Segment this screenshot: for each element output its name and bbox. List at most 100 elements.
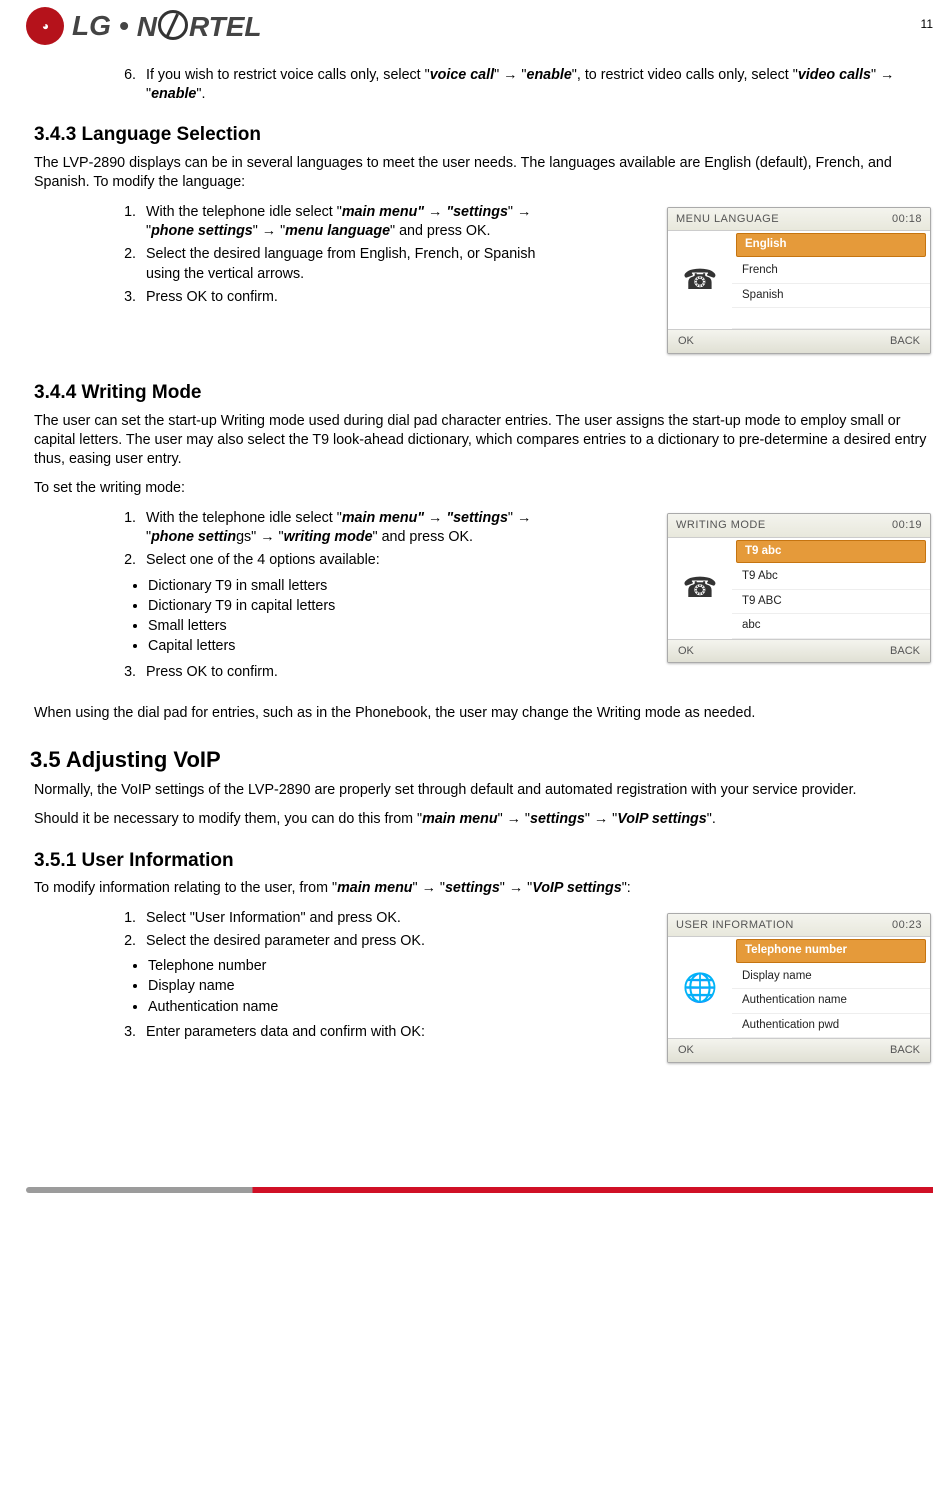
logo-dot: •: [119, 7, 129, 45]
list-item: Select the desired language from English…: [140, 245, 572, 284]
list-item: Telephone number: [148, 957, 572, 976]
steps-344b: Press OK to confirm.: [30, 663, 572, 682]
phone-icon: ☎: [668, 231, 732, 329]
softkey-back: BACK: [890, 1043, 920, 1058]
paragraph: The LVP-2890 displays can be in several …: [34, 154, 933, 193]
term: writing mode: [284, 529, 373, 545]
list-item: Select the desired parameter and press O…: [140, 932, 572, 951]
text: " → ": [494, 67, 526, 83]
term: settings: [445, 880, 500, 896]
text: ", to restrict video calls only, select …: [572, 67, 798, 83]
list-item: With the telephone idle select "main men…: [140, 203, 572, 242]
lg-logo-icon: ◕: [26, 7, 64, 45]
shot-option: French: [732, 259, 930, 284]
list-continued-step6: If you wish to restrict voice calls only…: [30, 66, 933, 105]
softkey-back: BACK: [890, 334, 920, 349]
term: main menu: [422, 811, 497, 827]
nortel-o-icon: [158, 10, 188, 40]
steps-344: With the telephone idle select "main men…: [30, 509, 572, 571]
steps-343: With the telephone idle select "main men…: [30, 203, 572, 307]
text: With the telephone idle select ": [146, 510, 342, 526]
term: main menu" → "settings: [342, 510, 508, 526]
paragraph: To set the writing mode:: [34, 479, 933, 498]
list-item: Dictionary T9 in capital letters: [148, 597, 572, 616]
shot-option: Spanish: [732, 284, 930, 309]
paragraph: When using the dial pad for entries, suc…: [34, 704, 933, 723]
paragraph: The user can set the start-up Writing mo…: [34, 412, 933, 470]
shot-title: USER INFORMATION: [676, 918, 794, 933]
shot-time: 00:19: [892, 518, 922, 533]
heading-344: 3.4.4 Writing Mode: [34, 380, 933, 406]
term: main menu" → "settings: [342, 204, 508, 220]
text: " and press OK.: [390, 223, 490, 239]
term: settings: [530, 811, 585, 827]
list-item: If you wish to restrict voice calls only…: [140, 66, 933, 105]
paragraph: Normally, the VoIP settings of the LVP-2…: [34, 781, 933, 800]
screenshot-writing-mode: WRITING MODE 00:19 ☎ T9 abc T9 Abc T9 AB…: [667, 513, 931, 664]
text: gs" → ": [236, 529, 284, 545]
steps-351: Select "User Information" and press OK. …: [30, 909, 572, 952]
text: ".: [196, 86, 205, 102]
nortel-post: RTEL: [189, 11, 262, 42]
page-header: ◕ LG • N RTEL 11: [26, 0, 933, 46]
term: voice call: [430, 67, 494, 83]
text: If you wish to restrict voice calls only…: [146, 67, 430, 83]
softkey-ok: OK: [678, 334, 694, 349]
shot-option-selected: T9 abc: [736, 540, 926, 564]
page-number: 11: [921, 16, 933, 32]
text: ".: [707, 811, 716, 827]
phone-icon: ☎: [668, 538, 732, 639]
softkey-ok: OK: [678, 1043, 694, 1058]
text: " → ": [498, 811, 530, 827]
brand-logo: ◕ LG • N RTEL: [26, 6, 262, 46]
nortel-pre: N: [137, 11, 157, 42]
list-item: Press OK to confirm.: [140, 663, 572, 682]
list-item: Display name: [148, 977, 572, 996]
list-item: Small letters: [148, 617, 572, 636]
text: " → ": [585, 811, 617, 827]
term: enable: [151, 86, 196, 102]
screenshot-user-information: USER INFORMATION 00:23 🌐 Telephone numbe…: [667, 913, 931, 1064]
bullets-351: Telephone number Display name Authentica…: [30, 957, 572, 1017]
text: With the telephone idle select ": [146, 204, 342, 220]
text: " → ": [500, 880, 532, 896]
list-item: Dictionary T9 in small letters: [148, 577, 572, 596]
text: To modify information relating to the us…: [34, 880, 337, 896]
list-item: Authentication name: [148, 998, 572, 1017]
term: phone settings: [151, 223, 253, 239]
paragraph: Should it be necessary to modify them, y…: [34, 810, 933, 829]
list-item: Select one of the 4 options available:: [140, 551, 572, 570]
paragraph: To modify information relating to the us…: [34, 879, 933, 898]
term: VoIP settings: [617, 811, 707, 827]
globe-icon: 🌐: [668, 937, 732, 1038]
shot-time: 00:23: [892, 918, 922, 933]
bullets-344: Dictionary T9 in small letters Dictionar…: [30, 577, 572, 657]
shot-option: Display name: [732, 965, 930, 990]
steps-351b: Enter parameters data and confirm with O…: [30, 1023, 572, 1042]
shot-option: Authentication name: [732, 989, 930, 1014]
shot-time: 00:18: [892, 212, 922, 227]
shot-option-selected: Telephone number: [736, 939, 926, 963]
lg-text: LG: [72, 7, 111, 45]
list-item: Capital letters: [148, 637, 572, 656]
term: phone settin: [151, 529, 236, 545]
term: VoIP settings: [532, 880, 622, 896]
nortel-text: N RTEL: [137, 6, 262, 46]
text: ":: [622, 880, 631, 896]
term: menu language: [285, 223, 390, 239]
list-item: Enter parameters data and confirm with O…: [140, 1023, 572, 1042]
screenshot-menu-language: MENU LANGUAGE 00:18 ☎ English French Spa…: [667, 207, 931, 354]
heading-343: 3.4.3 Language Selection: [34, 122, 933, 148]
heading-351: 3.5.1 User Information: [34, 848, 933, 874]
term: video calls: [798, 67, 871, 83]
list-item: Select "User Information" and press OK.: [140, 909, 572, 928]
list-item: With the telephone idle select "main men…: [140, 509, 572, 548]
text: " → ": [413, 880, 445, 896]
shot-option: T9 Abc: [732, 565, 930, 590]
shot-option: Authentication pwd: [732, 1014, 930, 1039]
shot-option-selected: English: [736, 233, 926, 257]
shot-option: abc: [732, 614, 930, 639]
shot-option: T9 ABC: [732, 590, 930, 615]
softkey-ok: OK: [678, 644, 694, 659]
heading-35: 3.5 Adjusting VoIP: [30, 745, 933, 775]
